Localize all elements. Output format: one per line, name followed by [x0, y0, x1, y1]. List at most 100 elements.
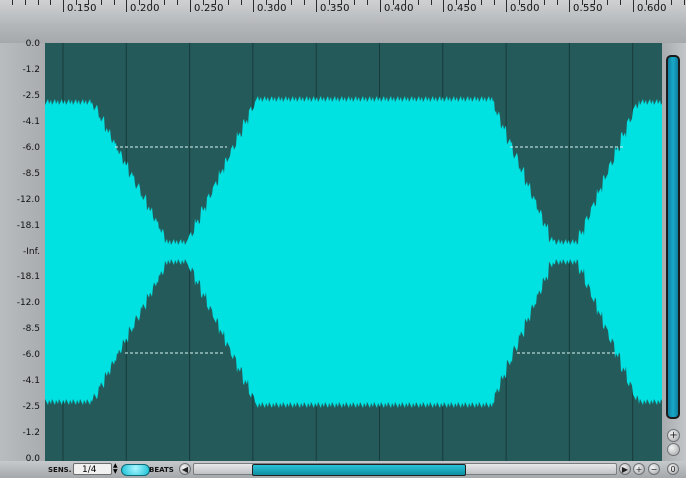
ruler-time-label: 0.400: [384, 3, 414, 14]
ruler-minor-tick: [531, 0, 532, 5]
vertical-scroll-thumb[interactable]: [666, 55, 680, 419]
ruler-minor-tick: [684, 0, 685, 5]
ruler-tick: [316, 0, 317, 12]
ruler-time-label: 0.500: [510, 3, 540, 14]
db-scale-label: -6.0: [22, 143, 40, 153]
ruler-minor-tick: [304, 0, 305, 5]
ruler-minor-tick: [215, 0, 216, 5]
ruler-minor-tick: [393, 0, 394, 5]
ruler-minor-tick: [658, 0, 659, 5]
ruler-minor-tick: [203, 0, 204, 5]
ruler-minor-tick: [266, 0, 267, 5]
ruler-minor-tick: [456, 0, 457, 5]
beats-slider[interactable]: [121, 464, 150, 476]
db-scale-label: -18.1: [16, 221, 40, 231]
db-scale-label: -2.5: [22, 91, 40, 101]
ruler-time-label: 0.200: [130, 3, 160, 14]
ruler-minor-tick: [341, 0, 342, 5]
ruler-minor-tick: [544, 0, 545, 5]
ruler-minor-tick: [557, 0, 558, 5]
zoom-out-button[interactable]: −: [648, 463, 660, 475]
ruler-minor-tick: [582, 0, 583, 5]
ruler-minor-tick: [38, 0, 39, 5]
ruler-time-label: 0.250: [194, 3, 224, 14]
ruler-minor-tick: [278, 0, 279, 5]
ruler-minor-tick: [431, 0, 432, 5]
ruler-minor-tick: [291, 0, 292, 5]
ruler-minor-tick: [620, 0, 621, 5]
ruler-time-label: 0.550: [573, 3, 603, 14]
scroll-right-button[interactable]: ▶: [619, 463, 631, 475]
sens-stepper-icon[interactable]: ▲ ▼: [113, 463, 118, 475]
db-scale-label: -12.0: [16, 298, 40, 308]
ruler-time-label: 0.150: [67, 3, 97, 14]
ruler-minor-tick: [329, 0, 330, 5]
db-scale-label: -1.2: [22, 65, 40, 75]
ruler-tick: [633, 0, 634, 12]
ruler-minor-tick: [494, 0, 495, 5]
ruler-minor-tick: [481, 0, 482, 5]
vertical-zoom-in-button[interactable]: +: [667, 429, 680, 442]
ruler-minor-tick: [139, 0, 140, 5]
ruler-tick: [253, 0, 254, 12]
sens-label: SENS.: [48, 466, 72, 474]
ruler-minor-tick: [646, 0, 647, 5]
vertical-scroll-button[interactable]: [667, 443, 680, 456]
ruler-tick: [506, 0, 507, 12]
ruler-tick: [443, 0, 444, 12]
db-scale-label: -6.0: [22, 350, 40, 360]
sens-value: 1/4: [82, 465, 97, 475]
ruler-minor-tick: [241, 0, 242, 5]
db-scale-label: -2.5: [22, 402, 40, 412]
ruler-minor-tick: [12, 0, 13, 5]
ruler-minor-tick: [607, 0, 608, 5]
db-scale-label: -12.0: [16, 195, 40, 205]
ruler-tick: [380, 0, 381, 12]
vertical-scrollbar[interactable]: +: [662, 43, 686, 461]
ruler-minor-tick: [88, 0, 89, 5]
ruler-minor-tick: [151, 0, 152, 5]
db-scale-label: -1.2: [22, 428, 40, 438]
ruler-minor-tick: [228, 0, 229, 5]
db-scale-label: -8.5: [22, 169, 40, 179]
ruler-minor-tick: [177, 0, 178, 5]
ruler-tick: [126, 0, 127, 12]
ruler-minor-tick: [101, 0, 102, 5]
ruler-minor-tick: [671, 0, 672, 5]
waveform-display[interactable]: [45, 43, 662, 461]
db-scale-label: 0.0: [25, 39, 40, 49]
ruler-minor-tick: [418, 0, 419, 5]
ruler-minor-tick: [468, 0, 469, 5]
ruler-minor-tick: [367, 0, 368, 5]
waveform-canvas[interactable]: [45, 43, 662, 461]
ruler-time-label: 0.350: [320, 3, 350, 14]
db-scale-label: -18.1: [16, 272, 40, 282]
sens-dropdown[interactable]: 1/4: [73, 463, 112, 475]
ruler-time-label: 0.450: [447, 3, 477, 14]
horizontal-scroll-thumb[interactable]: [252, 464, 466, 476]
time-ruler[interactable]: 0.150 0.200 0.250 0.300 0.350 0.400 0.450 0.500…: [0, 0, 686, 43]
ruler-minor-tick: [594, 0, 595, 5]
ruler-minor-tick: [25, 0, 26, 5]
zoom-reset-button[interactable]: 0: [667, 463, 679, 475]
db-scale-label: -Inf.: [23, 247, 40, 257]
ruler-minor-tick: [50, 0, 51, 5]
ruler-time-label: 0.600: [637, 3, 667, 14]
db-scale-label: -4.1: [22, 376, 40, 386]
bottom-toolbar: SENS. 1/4 ▲ ▼ BEATS ◀ ▶ + − 0: [0, 461, 686, 478]
ruler-tick: [63, 0, 64, 12]
scroll-left-button[interactable]: ◀: [179, 463, 191, 475]
ruler-minor-tick: [519, 0, 520, 5]
beats-label: BEATS: [149, 466, 174, 474]
ruler-minor-tick: [76, 0, 77, 5]
ruler-time-label: 0.300: [257, 3, 287, 14]
zoom-in-button[interactable]: +: [633, 463, 645, 475]
ruler-minor-tick: [164, 0, 165, 5]
ruler-minor-tick: [114, 0, 115, 5]
ruler-minor-tick: [405, 0, 406, 5]
db-scale-label: -4.1: [22, 117, 40, 127]
db-ruler: 0.0 -1.2 -2.5 -4.1 -6.0 -8.5 -12.0 -18.1 -Inf. -1…: [0, 39, 45, 464]
ruler-minor-tick: [354, 0, 355, 5]
ruler-tick: [569, 0, 570, 12]
ruler-tick: [190, 0, 191, 12]
